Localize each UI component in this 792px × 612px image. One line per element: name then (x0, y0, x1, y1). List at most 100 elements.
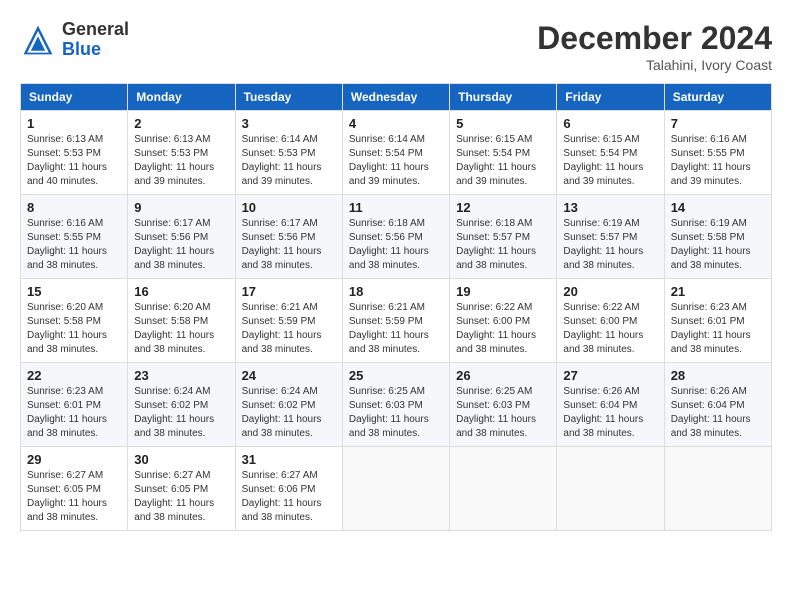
day-number: 22 (27, 368, 121, 383)
table-cell: 10Sunrise: 6:17 AMSunset: 5:56 PMDayligh… (235, 195, 342, 279)
table-cell: 31Sunrise: 6:27 AMSunset: 6:06 PMDayligh… (235, 447, 342, 531)
table-cell: 3 Sunrise: 6:14 AMSunset: 5:53 PMDaylight… (235, 111, 342, 195)
day-number: 10 (242, 200, 336, 215)
day-info: Sunrise: 6:23 AMSunset: 6:01 PMDaylight:… (27, 385, 121, 441)
logo[interactable]: General Blue (20, 20, 129, 60)
day-number: 18 (349, 284, 443, 299)
table-cell: 27 Sunrise: 6:26 AMSunset: 6:04 PMDayligh… (557, 363, 664, 447)
day-info: Sunrise: 6:20 AMSunset: 5:58 PMDaylight:… (27, 301, 121, 357)
day-info: Sunrise: 6:16 AMSunset: 5:55 PMDaylight:… (27, 217, 121, 273)
header-friday: Friday (557, 84, 664, 111)
day-info: Sunrise: 6:18 AMSunset: 5:57 PMDaylight:… (456, 217, 550, 273)
table-cell: 13Sunrise: 6:19 AMSunset: 5:57 PMDayligh… (557, 195, 664, 279)
day-info: Sunrise: 6:23 AMSunset: 6:01 PMDaylight:… (671, 301, 765, 357)
day-number: 12 (456, 200, 550, 215)
table-cell: 11 Sunrise: 6:18 AMSunset: 5:56 PMDayligh… (342, 195, 449, 279)
header-saturday: Saturday (664, 84, 771, 111)
day-number: 1 (27, 116, 121, 131)
day-info: Sunrise: 6:25 AMSunset: 6:03 PMDaylight:… (456, 385, 550, 441)
table-cell: 19 Sunrise: 6:22 AMSunset: 6:00 PMDayligh… (450, 279, 557, 363)
day-info: Sunrise: 6:25 AMSunset: 6:03 PMDaylight:… (349, 385, 443, 441)
table-cell (557, 447, 664, 531)
day-info: Sunrise: 6:27 AMSunset: 6:06 PMDaylight:… (242, 469, 336, 525)
day-info: Sunrise: 6:15 AMSunset: 5:54 PMDaylight:… (563, 133, 657, 189)
day-number: 13 (563, 200, 657, 215)
table-cell: 6 Sunrise: 6:15 AMSunset: 5:54 PMDaylight… (557, 111, 664, 195)
header-wednesday: Wednesday (342, 84, 449, 111)
table-cell: 26 Sunrise: 6:25 AMSunset: 6:03 PMDayligh… (450, 363, 557, 447)
table-cell: 9 Sunrise: 6:17 AMSunset: 5:56 PMDaylight… (128, 195, 235, 279)
table-cell: 21 Sunrise: 6:23 AMSunset: 6:01 PMDayligh… (664, 279, 771, 363)
day-number: 26 (456, 368, 550, 383)
day-info: Sunrise: 6:26 AMSunset: 6:04 PMDaylight:… (671, 385, 765, 441)
day-number: 6 (563, 116, 657, 131)
table-cell: 22 Sunrise: 6:23 AMSunset: 6:01 PMDayligh… (21, 363, 128, 447)
day-number: 27 (563, 368, 657, 383)
header-monday: Monday (128, 84, 235, 111)
day-info: Sunrise: 6:15 AMSunset: 5:54 PMDaylight:… (456, 133, 550, 189)
header-thursday: Thursday (450, 84, 557, 111)
day-number: 20 (563, 284, 657, 299)
day-number: 19 (456, 284, 550, 299)
table-cell (450, 447, 557, 531)
day-info: Sunrise: 6:20 AMSunset: 5:58 PMDaylight:… (134, 301, 228, 357)
day-info: Sunrise: 6:13 AMSunset: 5:53 PMDaylight:… (134, 133, 228, 189)
table-cell: 2 Sunrise: 6:13 AMSunset: 5:53 PMDaylight… (128, 111, 235, 195)
day-number: 17 (242, 284, 336, 299)
table-cell: 8 Sunrise: 6:16 AMSunset: 5:55 PMDaylight… (21, 195, 128, 279)
day-info: Sunrise: 6:27 AMSunset: 6:05 PMDaylight:… (134, 469, 228, 525)
table-cell (664, 447, 771, 531)
table-cell: 12 Sunrise: 6:18 AMSunset: 5:57 PMDayligh… (450, 195, 557, 279)
table-cell: 28 Sunrise: 6:26 AMSunset: 6:04 PMDayligh… (664, 363, 771, 447)
day-number: 3 (242, 116, 336, 131)
day-number: 4 (349, 116, 443, 131)
day-info: Sunrise: 6:22 AMSunset: 6:00 PMDaylight:… (456, 301, 550, 357)
day-number: 21 (671, 284, 765, 299)
table-cell: 15 Sunrise: 6:20 AMSunset: 5:58 PMDayligh… (21, 279, 128, 363)
generalblue-logo-icon (20, 22, 56, 58)
day-info: Sunrise: 6:21 AMSunset: 5:59 PMDaylight:… (349, 301, 443, 357)
day-number: 11 (349, 200, 443, 215)
table-cell: 5 Sunrise: 6:15 AMSunset: 5:54 PMDaylight… (450, 111, 557, 195)
day-info: Sunrise: 6:21 AMSunset: 5:59 PMDaylight:… (242, 301, 336, 357)
day-number: 25 (349, 368, 443, 383)
table-cell: 4 Sunrise: 6:14 AMSunset: 5:54 PMDaylight… (342, 111, 449, 195)
day-info: Sunrise: 6:22 AMSunset: 6:00 PMDaylight:… (563, 301, 657, 357)
calendar-row-4: 22 Sunrise: 6:23 AMSunset: 6:01 PMDayligh… (21, 363, 772, 447)
day-info: Sunrise: 6:26 AMSunset: 6:04 PMDaylight:… (563, 385, 657, 441)
day-number: 16 (134, 284, 228, 299)
table-cell: 7 Sunrise: 6:16 AMSunset: 5:55 PMDaylight… (664, 111, 771, 195)
day-info: Sunrise: 6:14 AMSunset: 5:53 PMDaylight:… (242, 133, 336, 189)
day-info: Sunrise: 6:16 AMSunset: 5:55 PMDaylight:… (671, 133, 765, 189)
day-number: 7 (671, 116, 765, 131)
day-number: 9 (134, 200, 228, 215)
table-cell: 18 Sunrise: 6:21 AMSunset: 5:59 PMDayligh… (342, 279, 449, 363)
table-cell (342, 447, 449, 531)
table-cell: 17 Sunrise: 6:21 AMSunset: 5:59 PMDayligh… (235, 279, 342, 363)
day-number: 14 (671, 200, 765, 215)
table-cell: 30Sunrise: 6:27 AMSunset: 6:05 PMDayligh… (128, 447, 235, 531)
location: Talahini, Ivory Coast (537, 57, 772, 73)
calendar-row-3: 15 Sunrise: 6:20 AMSunset: 5:58 PMDayligh… (21, 279, 772, 363)
day-number: 15 (27, 284, 121, 299)
day-number: 23 (134, 368, 228, 383)
day-info: Sunrise: 6:17 AMSunset: 5:56 PMDaylight:… (134, 217, 228, 273)
day-number: 2 (134, 116, 228, 131)
day-number: 8 (27, 200, 121, 215)
page-header: General Blue December 2024 Talahini, Ivo… (20, 20, 772, 73)
logo-text: General Blue (62, 20, 129, 60)
day-info: Sunrise: 6:27 AMSunset: 6:05 PMDaylight:… (27, 469, 121, 525)
day-info: Sunrise: 6:18 AMSunset: 5:56 PMDaylight:… (349, 217, 443, 273)
logo-blue: Blue (62, 40, 129, 60)
header-tuesday: Tuesday (235, 84, 342, 111)
day-number: 28 (671, 368, 765, 383)
table-cell: 23Sunrise: 6:24 AMSunset: 6:02 PMDayligh… (128, 363, 235, 447)
month-title: December 2024 (537, 20, 772, 57)
table-cell: 29Sunrise: 6:27 AMSunset: 6:05 PMDayligh… (21, 447, 128, 531)
day-info: Sunrise: 6:14 AMSunset: 5:54 PMDaylight:… (349, 133, 443, 189)
day-number: 24 (242, 368, 336, 383)
day-info: Sunrise: 6:24 AMSunset: 6:02 PMDaylight:… (242, 385, 336, 441)
table-cell: 1Sunrise: 6:13 AMSunset: 5:53 PMDaylight… (21, 111, 128, 195)
day-number: 5 (456, 116, 550, 131)
table-cell: 20 Sunrise: 6:22 AMSunset: 6:00 PMDayligh… (557, 279, 664, 363)
